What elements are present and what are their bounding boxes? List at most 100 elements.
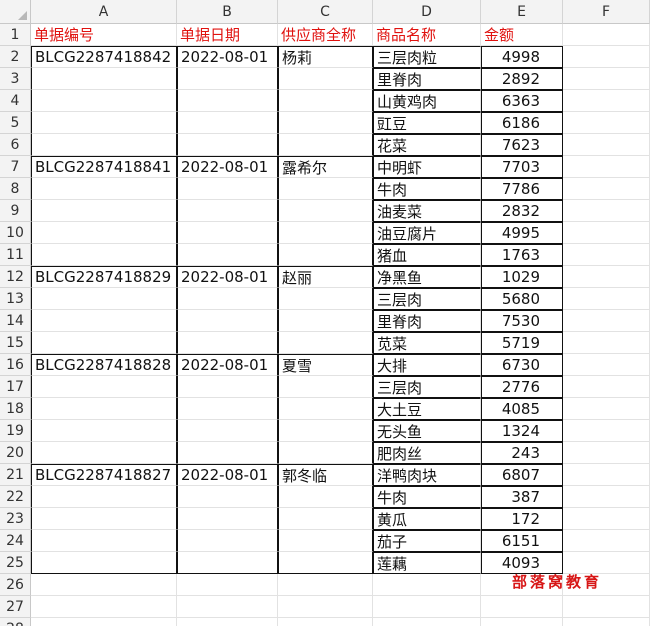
row-header[interactable]: 24 [0, 530, 31, 552]
data-cell[interactable] [177, 420, 278, 442]
data-cell[interactable]: 油豆腐片 [373, 222, 481, 244]
row-header[interactable]: 28 [0, 618, 31, 626]
cell[interactable] [373, 596, 481, 618]
data-cell[interactable] [177, 288, 278, 310]
data-cell[interactable] [31, 310, 177, 332]
cell[interactable] [563, 156, 650, 178]
cell[interactable] [373, 618, 481, 626]
data-cell[interactable] [31, 68, 177, 90]
data-cell[interactable]: BLCG2287418841 [31, 156, 177, 178]
data-cell[interactable] [278, 200, 373, 222]
data-cell[interactable]: 夏雪 [278, 354, 373, 376]
cell[interactable] [563, 222, 650, 244]
column-header-f[interactable]: F [563, 0, 650, 24]
data-cell[interactable] [278, 332, 373, 354]
data-cell[interactable] [31, 376, 177, 398]
data-cell[interactable]: 2022-08-01 [177, 266, 278, 288]
amount-cell[interactable]: 6730 [481, 354, 563, 376]
data-cell[interactable]: 2022-08-01 [177, 46, 278, 68]
row-header[interactable]: 3 [0, 68, 31, 90]
cell[interactable] [373, 574, 481, 596]
cell[interactable] [563, 178, 650, 200]
amount-cell[interactable]: 7786 [481, 178, 563, 200]
amount-cell[interactable]: 2776 [481, 376, 563, 398]
row-header[interactable]: 10 [0, 222, 31, 244]
data-cell[interactable]: 郭冬临 [278, 464, 373, 486]
cell[interactable] [278, 574, 373, 596]
data-cell[interactable] [278, 288, 373, 310]
data-cell[interactable] [31, 244, 177, 266]
data-cell[interactable]: 茄子 [373, 530, 481, 552]
data-cell[interactable] [177, 200, 278, 222]
amount-cell[interactable]: 6807 [481, 464, 563, 486]
cell[interactable] [563, 508, 650, 530]
data-cell[interactable]: 黄瓜 [373, 508, 481, 530]
amount-cell[interactable]: 7530 [481, 310, 563, 332]
data-cell[interactable] [31, 398, 177, 420]
data-cell[interactable]: 大排 [373, 354, 481, 376]
data-cell[interactable]: 山黄鸡肉 [373, 90, 481, 112]
row-header[interactable]: 23 [0, 508, 31, 530]
header-cell[interactable]: 单据编号 [31, 24, 177, 46]
data-cell[interactable] [31, 178, 177, 200]
cell[interactable] [563, 332, 650, 354]
data-cell[interactable] [31, 442, 177, 464]
row-header[interactable]: 7 [0, 156, 31, 178]
cell[interactable] [563, 442, 650, 464]
data-cell[interactable] [278, 508, 373, 530]
cell[interactable] [563, 112, 650, 134]
cell[interactable] [563, 68, 650, 90]
data-cell[interactable] [31, 200, 177, 222]
row-header[interactable]: 18 [0, 398, 31, 420]
data-cell[interactable] [278, 398, 373, 420]
data-cell[interactable]: 三层肉 [373, 288, 481, 310]
column-header-a[interactable]: A [31, 0, 177, 24]
data-cell[interactable]: 大土豆 [373, 398, 481, 420]
data-cell[interactable] [278, 178, 373, 200]
data-cell[interactable] [177, 222, 278, 244]
data-cell[interactable]: BLCG2287418828 [31, 354, 177, 376]
cell[interactable] [563, 24, 650, 46]
data-cell[interactable] [278, 310, 373, 332]
row-header[interactable]: 21 [0, 464, 31, 486]
amount-cell[interactable]: 172 [481, 508, 563, 530]
row-header[interactable]: 2 [0, 46, 31, 68]
cell[interactable] [563, 596, 650, 618]
data-cell[interactable]: 2022-08-01 [177, 156, 278, 178]
data-cell[interactable] [177, 398, 278, 420]
amount-cell[interactable]: 5719 [481, 332, 563, 354]
amount-cell[interactable]: 387 [481, 486, 563, 508]
row-header[interactable]: 1 [0, 24, 31, 46]
row-header[interactable]: 16 [0, 354, 31, 376]
data-cell[interactable]: 里脊肉 [373, 310, 481, 332]
cell[interactable] [563, 398, 650, 420]
data-cell[interactable] [177, 310, 278, 332]
header-cell[interactable]: 金额 [481, 24, 563, 46]
cell[interactable] [563, 200, 650, 222]
column-header-e[interactable]: E [481, 0, 563, 24]
data-cell[interactable] [278, 244, 373, 266]
row-header[interactable]: 20 [0, 442, 31, 464]
cell[interactable] [563, 288, 650, 310]
amount-cell[interactable]: 6151 [481, 530, 563, 552]
row-header[interactable]: 14 [0, 310, 31, 332]
amount-cell[interactable]: 1324 [481, 420, 563, 442]
cell[interactable] [563, 266, 650, 288]
row-header[interactable]: 13 [0, 288, 31, 310]
data-cell[interactable] [177, 486, 278, 508]
row-header[interactable]: 22 [0, 486, 31, 508]
data-cell[interactable] [31, 508, 177, 530]
cell[interactable] [563, 244, 650, 266]
row-header[interactable]: 12 [0, 266, 31, 288]
data-cell[interactable] [278, 552, 373, 574]
row-header[interactable]: 8 [0, 178, 31, 200]
data-cell[interactable] [278, 486, 373, 508]
row-header[interactable]: 27 [0, 596, 31, 618]
data-cell[interactable]: 2022-08-01 [177, 354, 278, 376]
cell[interactable] [563, 354, 650, 376]
header-cell[interactable]: 商品名称 [373, 24, 481, 46]
select-all-corner[interactable] [0, 0, 31, 24]
cell[interactable] [563, 376, 650, 398]
data-cell[interactable] [278, 90, 373, 112]
data-cell[interactable]: 三层肉粒 [373, 46, 481, 68]
